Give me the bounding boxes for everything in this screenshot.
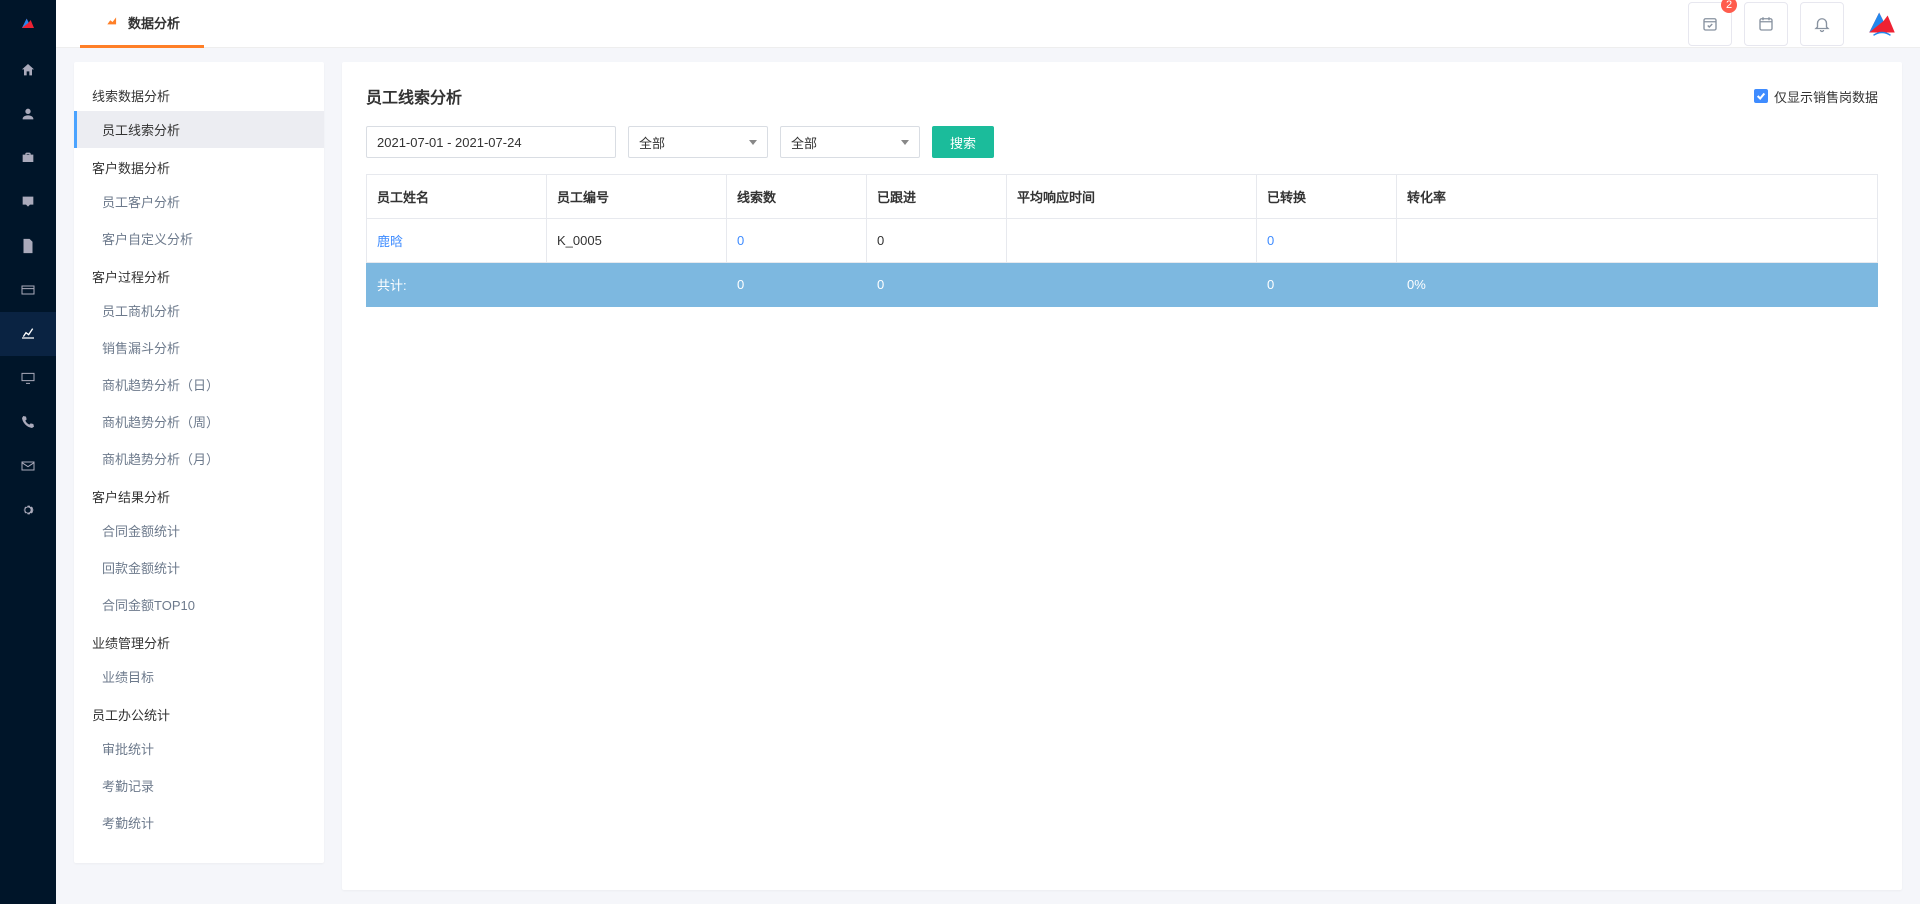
checkbox-checked-icon <box>1754 89 1768 103</box>
table-header: 平均响应时间 <box>1007 175 1257 219</box>
app-logo <box>0 0 56 48</box>
sidebar-item[interactable]: 审批统计 <box>74 730 324 767</box>
filter-bar: 2021-07-01 - 2021-07-24 全部 全部 搜索 <box>366 126 1878 158</box>
nav-phone[interactable] <box>0 400 56 444</box>
table-cell <box>1397 219 1878 263</box>
topbar-calendar-button[interactable] <box>1744 2 1788 46</box>
sidebar-group-title: 员工办公统计 <box>74 695 324 730</box>
nav-briefcase[interactable] <box>0 136 56 180</box>
topbar-tab[interactable]: 数据分析 <box>80 0 204 48</box>
nav-monitor[interactable] <box>0 356 56 400</box>
search-button[interactable]: 搜索 <box>932 126 994 158</box>
table-cell[interactable]: 鹿晗 <box>367 219 547 263</box>
table-cell: K_0005 <box>547 219 727 263</box>
sales-only-checkbox[interactable]: 仅显示销售岗数据 <box>1754 87 1878 106</box>
results-table: 员工姓名员工编号线索数已跟进平均响应时间已转换转化率 鹿晗K_0005000 共… <box>366 174 1878 307</box>
bell-icon <box>1813 15 1831 33</box>
table-total-cell <box>1007 263 1257 307</box>
sidebar-group-title: 客户结果分析 <box>74 477 324 512</box>
vertical-nav <box>0 0 56 904</box>
page-title: 员工线索分析 <box>366 84 462 108</box>
table-cell <box>1007 219 1257 263</box>
checkbox-label: 仅显示销售岗数据 <box>1774 87 1878 106</box>
sidebar-item[interactable]: 考勤记录 <box>74 767 324 804</box>
analysis-sidebar: 线索数据分析员工线索分析客户数据分析员工客户分析客户自定义分析客户过程分析员工商… <box>74 62 324 863</box>
topbar: 数据分析 2 <box>56 0 1920 48</box>
nav-card[interactable] <box>0 268 56 312</box>
sidebar-item[interactable]: 销售漏斗分析 <box>74 329 324 366</box>
topbar-bell-button[interactable] <box>1800 2 1844 46</box>
nav-inbox[interactable] <box>0 180 56 224</box>
sidebar-item[interactable]: 员工商机分析 <box>74 292 324 329</box>
table-total-cell: 0 <box>1257 263 1397 307</box>
sidebar-item[interactable]: 客户自定义分析 <box>74 220 324 257</box>
avatar[interactable] <box>1862 4 1902 44</box>
sidebar-item[interactable]: 商机趋势分析（周） <box>74 403 324 440</box>
table-header: 已跟进 <box>867 175 1007 219</box>
sidebar-item[interactable]: 回款金额统计 <box>74 549 324 586</box>
topbar-tab-label: 数据分析 <box>128 13 180 32</box>
sidebar-group-title: 业绩管理分析 <box>74 623 324 658</box>
table-total-cell: 0% <box>1397 263 1878 307</box>
table-cell[interactable]: 0 <box>727 219 867 263</box>
sidebar-item[interactable]: 合同金额统计 <box>74 512 324 549</box>
table-total-cell: 0 <box>727 263 867 307</box>
date-range-input[interactable]: 2021-07-01 - 2021-07-24 <box>366 126 616 158</box>
sidebar-item[interactable]: 商机趋势分析（月） <box>74 440 324 477</box>
nav-home[interactable] <box>0 48 56 92</box>
table-total-cell: 0 <box>867 263 1007 307</box>
main-panel: 员工线索分析 仅显示销售岗数据 2021-07-01 - 2021-07-24 … <box>342 62 1902 890</box>
sidebar-item[interactable]: 考勤统计 <box>74 804 324 841</box>
table-header: 员工编号 <box>547 175 727 219</box>
filter-select-1[interactable]: 全部 <box>628 126 768 158</box>
sidebar-item[interactable]: 业绩目标 <box>74 658 324 695</box>
nav-document[interactable] <box>0 224 56 268</box>
topbar-notif-button[interactable]: 2 <box>1688 2 1732 46</box>
table-header: 转化率 <box>1397 175 1878 219</box>
sidebar-group-title: 客户过程分析 <box>74 257 324 292</box>
table-cell[interactable]: 0 <box>1257 219 1397 263</box>
table-total-cell: 共计: <box>367 263 727 307</box>
chevron-down-icon <box>901 140 909 145</box>
sidebar-item[interactable]: 商机趋势分析（日） <box>74 366 324 403</box>
sidebar-group-title: 线索数据分析 <box>74 76 324 111</box>
nav-analytics[interactable] <box>0 312 56 356</box>
chart-area-icon <box>104 15 120 29</box>
chevron-down-icon <box>749 140 757 145</box>
nav-settings[interactable] <box>0 488 56 532</box>
table-header: 线索数 <box>727 175 867 219</box>
sidebar-item[interactable]: 员工线索分析 <box>74 111 324 148</box>
filter-select-2[interactable]: 全部 <box>780 126 920 158</box>
calendar-check-icon <box>1701 15 1719 33</box>
table-row: 鹿晗K_0005000 <box>367 219 1878 263</box>
calendar-icon <box>1757 15 1775 33</box>
table-header: 已转换 <box>1257 175 1397 219</box>
notif-badge: 2 <box>1721 0 1737 13</box>
table-cell: 0 <box>867 219 1007 263</box>
sidebar-item[interactable]: 合同金额TOP10 <box>74 586 324 623</box>
sidebar-item[interactable]: 员工客户分析 <box>74 183 324 220</box>
table-header: 员工姓名 <box>367 175 547 219</box>
nav-mail[interactable] <box>0 444 56 488</box>
sidebar-group-title: 客户数据分析 <box>74 148 324 183</box>
nav-user[interactable] <box>0 92 56 136</box>
